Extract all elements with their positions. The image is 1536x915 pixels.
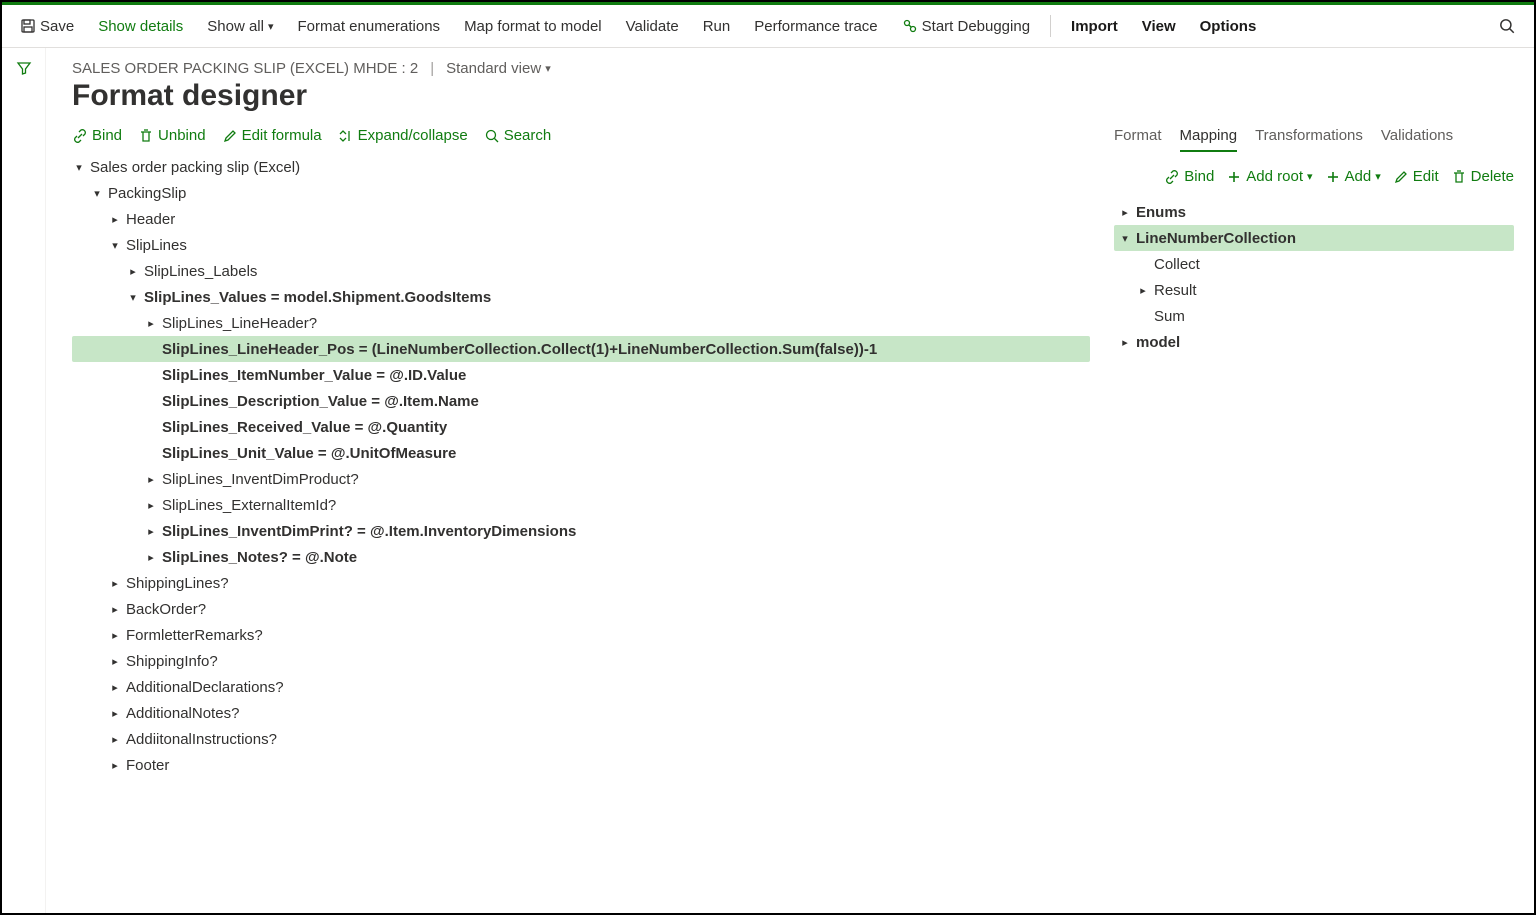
- tree-node[interactable]: ▸ShippingLines?: [72, 570, 1090, 596]
- tree-node[interactable]: ▾PackingSlip: [72, 180, 1090, 206]
- tree-node[interactable]: ▾SlipLines: [72, 232, 1090, 258]
- tab-format[interactable]: Format: [1114, 127, 1162, 152]
- left-rail: [2, 48, 46, 913]
- tree-node[interactable]: ▸SlipLines_Labels: [72, 258, 1090, 284]
- save-label: Save: [40, 18, 74, 35]
- view-selector[interactable]: Standard view ▾: [446, 60, 551, 77]
- tree-node[interactable]: ▸SlipLines_LineHeader?: [72, 310, 1090, 336]
- debug-icon: [902, 18, 918, 34]
- tree-node[interactable]: ▸Footer: [72, 752, 1090, 778]
- bind-button[interactable]: Bind: [72, 127, 122, 144]
- tab-validations[interactable]: Validations: [1381, 127, 1453, 152]
- right-action-row: Bind Add root ▾ Add ▾ Edit: [1114, 168, 1514, 185]
- mapping-tree: ▸Enums ▾LineNumberCollection ▸Collect ▸R…: [1114, 199, 1514, 355]
- chevron-down-icon: ▾: [1375, 170, 1381, 183]
- tree-node[interactable]: ▸AdditionalDeclarations?: [72, 674, 1090, 700]
- options-button[interactable]: Options: [1190, 12, 1267, 41]
- search-icon: [484, 128, 500, 144]
- tree-node[interactable]: ▸SlipLines_Received_Value = @.Quantity: [72, 414, 1090, 440]
- search-button[interactable]: [1488, 11, 1526, 41]
- tree-node-root[interactable]: ▾Sales order packing slip (Excel): [72, 154, 1090, 180]
- search-action-button[interactable]: Search: [484, 127, 552, 144]
- tree-node[interactable]: ▸SlipLines_InventDimPrint? = @.Item.Inve…: [72, 518, 1090, 544]
- edit-formula-button[interactable]: Edit formula: [222, 127, 322, 144]
- plus-icon: [1226, 169, 1242, 185]
- show-details-button[interactable]: Show details: [88, 12, 193, 41]
- trash-icon: [138, 128, 154, 144]
- delete-button[interactable]: Delete: [1451, 168, 1514, 185]
- tree-node[interactable]: ▸SlipLines_InventDimProduct?: [72, 466, 1090, 492]
- tree-node[interactable]: ▸Enums: [1114, 199, 1514, 225]
- tree-node-selected[interactable]: ▾LineNumberCollection: [1114, 225, 1514, 251]
- unbind-button[interactable]: Unbind: [138, 127, 206, 144]
- link-icon: [1164, 169, 1180, 185]
- tree-node[interactable]: ▸Collect: [1114, 251, 1514, 277]
- tree-node[interactable]: ▸AdditionalNotes?: [72, 700, 1090, 726]
- tab-transformations[interactable]: Transformations: [1255, 127, 1363, 152]
- breadcrumb: SALES ORDER PACKING SLIP (EXCEL) MHDE : …: [72, 60, 1514, 77]
- tree-node[interactable]: ▸ShippingInfo?: [72, 648, 1090, 674]
- tree-node[interactable]: ▸SlipLines_Notes? = @.Note: [72, 544, 1090, 570]
- add-button[interactable]: Add ▾: [1325, 168, 1381, 185]
- tree-node-selected[interactable]: ▸SlipLines_LineHeader_Pos = (LineNumberC…: [72, 336, 1090, 362]
- chevron-down-icon: ▾: [268, 20, 274, 33]
- expand-collapse-button[interactable]: Expand/collapse: [338, 127, 468, 144]
- show-all-button[interactable]: Show all ▾: [197, 12, 283, 41]
- chevron-down-icon: ▾: [545, 62, 551, 75]
- main-toolbar: Save Show details Show all ▾ Format enum…: [2, 5, 1534, 48]
- breadcrumb-title: SALES ORDER PACKING SLIP (EXCEL) MHDE : …: [72, 60, 418, 77]
- tree-node[interactable]: ▸model: [1114, 329, 1514, 355]
- page-title: Format designer: [72, 79, 1514, 113]
- pencil-icon: [222, 128, 238, 144]
- save-icon: [20, 18, 36, 34]
- search-icon: [1498, 17, 1516, 35]
- trash-icon: [1451, 169, 1467, 185]
- pencil-icon: [1393, 169, 1409, 185]
- tree-node[interactable]: ▾SlipLines_Values = model.Shipment.Goods…: [72, 284, 1090, 310]
- save-button[interactable]: Save: [10, 12, 84, 41]
- add-root-button[interactable]: Add root ▾: [1226, 168, 1312, 185]
- link-icon: [72, 128, 88, 144]
- bind-button-right[interactable]: Bind: [1164, 168, 1214, 185]
- view-button[interactable]: View: [1132, 12, 1186, 41]
- chevron-down-icon: ▾: [1307, 170, 1313, 183]
- format-tree: ▾Sales order packing slip (Excel) ▾Packi…: [72, 154, 1090, 778]
- tree-node[interactable]: ▸SlipLines_ItemNumber_Value = @.ID.Value: [72, 362, 1090, 388]
- tree-node[interactable]: ▸Sum: [1114, 303, 1514, 329]
- start-debugging-button[interactable]: Start Debugging: [892, 12, 1040, 41]
- run-button[interactable]: Run: [693, 12, 741, 41]
- tree-node[interactable]: ▸SlipLines_Unit_Value = @.UnitOfMeasure: [72, 440, 1090, 466]
- tree-node[interactable]: ▸SlipLines_Description_Value = @.Item.Na…: [72, 388, 1090, 414]
- tree-node[interactable]: ▸Header: [72, 206, 1090, 232]
- plus-icon: [1325, 169, 1341, 185]
- edit-button[interactable]: Edit: [1393, 168, 1439, 185]
- map-format-button[interactable]: Map format to model: [454, 12, 612, 41]
- validate-button[interactable]: Validate: [616, 12, 689, 41]
- tree-node[interactable]: ▸SlipLines_ExternalItemId?: [72, 492, 1090, 518]
- left-action-row: Bind Unbind Edit formula Expand/collapse: [72, 127, 1090, 144]
- tree-node[interactable]: ▸FormletterRemarks?: [72, 622, 1090, 648]
- import-button[interactable]: Import: [1061, 12, 1128, 41]
- right-tabs: Format Mapping Transformations Validatio…: [1114, 127, 1514, 152]
- filter-icon[interactable]: [16, 60, 32, 76]
- tree-node[interactable]: ▸BackOrder?: [72, 596, 1090, 622]
- separator: [1050, 15, 1051, 37]
- tab-mapping[interactable]: Mapping: [1180, 127, 1238, 152]
- performance-trace-button[interactable]: Performance trace: [744, 12, 887, 41]
- tree-node[interactable]: ▸AddiitonalInstructions?: [72, 726, 1090, 752]
- expand-icon: [338, 128, 354, 144]
- format-enumerations-button[interactable]: Format enumerations: [288, 12, 451, 41]
- tree-node[interactable]: ▸Result: [1114, 277, 1514, 303]
